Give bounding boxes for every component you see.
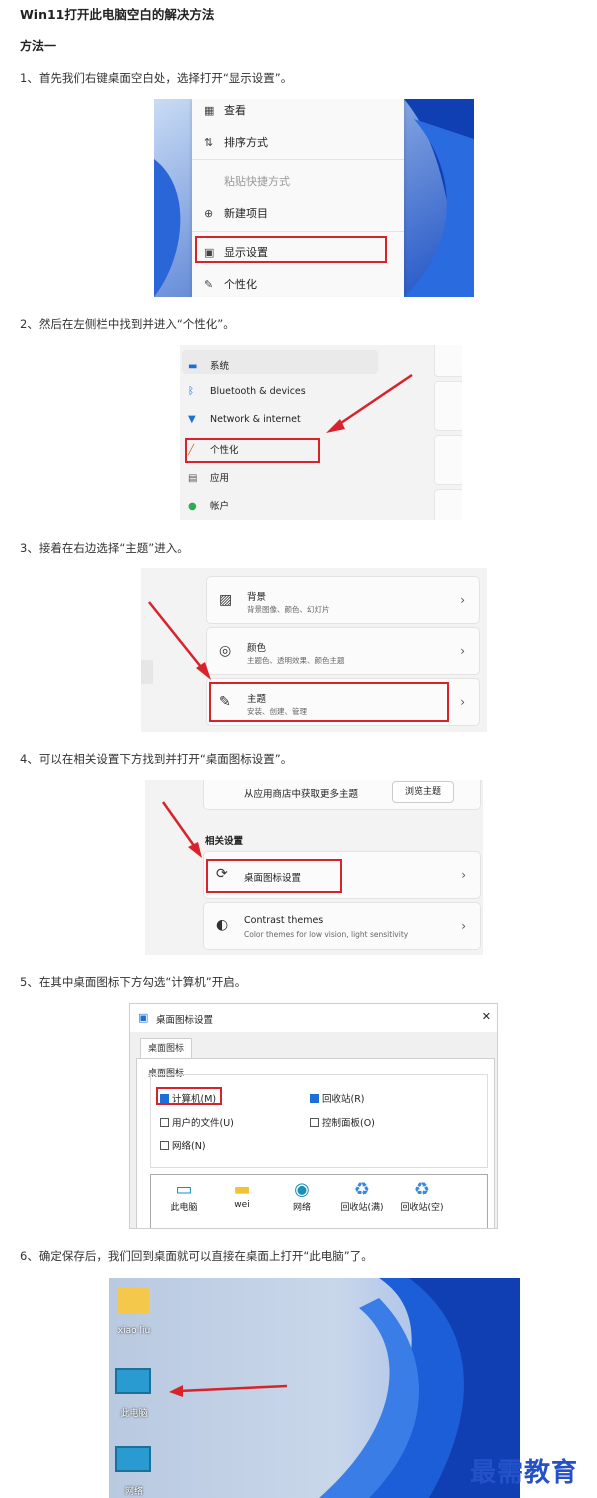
step-2-text: 2、然后在左侧栏中找到并进入“个性化”。 <box>20 317 235 331</box>
red-arrow <box>169 1384 288 1397</box>
view-icon: ▦ <box>204 104 215 117</box>
personalize-icon: ✎ <box>204 278 214 291</box>
monitor-icon: ▭ <box>175 1179 193 1200</box>
dialog-app-icon: ▣ <box>138 1011 149 1024</box>
step-6-text: 6、确定保存后，我们回到桌面就可以直接在桌面上打开“此电脑”了。 <box>20 1249 373 1263</box>
preview-recycle-empty[interactable]: ♻ 回收站(空) <box>394 1179 450 1213</box>
desktop-screenshot: xiao liu 此电脑 网络 <box>109 1278 520 1498</box>
context-menu-screenshot: ▦ 查看 ⇅ 排序方式 粘贴快捷方式 ⊕ 新建项目 ▣ 显示设置 ✎ 个性化 <box>154 99 474 297</box>
dialog-title: 桌面图标设置 <box>156 1015 214 1026</box>
preview-this-pc[interactable]: ▭ 此电脑 <box>156 1179 212 1213</box>
menu-item-new[interactable]: ⊕ 新建项目 <box>204 205 268 221</box>
related-settings-screenshot: 从应用商店中获取更多主题 浏览主题 相关设置 ⟳ 桌面图标设置 › ◐ Cont… <box>145 780 483 955</box>
menu-item-personalize[interactable]: ✎ 个性化 <box>204 276 257 292</box>
new-item-icon: ⊕ <box>204 207 214 220</box>
step-3-text: 3、接着在右边选择“主题”进入。 <box>20 541 189 555</box>
context-menu: ▦ 查看 ⇅ 排序方式 粘贴快捷方式 ⊕ 新建项目 ▣ 显示设置 ✎ 个性化 <box>192 99 404 297</box>
checkbox-unchecked <box>160 1118 169 1127</box>
watermark-logo: 最需教育 <box>470 1458 579 1488</box>
red-arrow <box>161 801 202 858</box>
menu-divider <box>192 159 404 160</box>
checkbox-recycle-bin[interactable]: 回收站(R) <box>310 1091 365 1105</box>
close-icon[interactable]: ✕ <box>482 1010 491 1023</box>
article-title: Win11打开此电脑空白的解决方法 <box>20 7 215 22</box>
highlight-box <box>156 1087 222 1105</box>
checkbox-user-files[interactable]: 用户的文件(U) <box>160 1115 234 1129</box>
folder-icon: ▬ <box>233 1179 251 1200</box>
checkbox-unchecked <box>160 1141 169 1150</box>
checkbox-unchecked <box>310 1118 319 1127</box>
menu-item-sort[interactable]: ⇅ 排序方式 <box>204 134 268 150</box>
menu-divider <box>192 231 404 232</box>
recycle-bin-icon: ♻ <box>413 1179 431 1200</box>
dialog-titlebar: ▣ 桌面图标设置 ✕ <box>130 1004 497 1032</box>
step-5-text: 5、在其中桌面图标下方勾选“计算机”开启。 <box>20 975 247 989</box>
preview-recycle-full[interactable]: ♻ 回收站(满) <box>334 1179 390 1213</box>
sort-icon: ⇅ <box>204 136 214 149</box>
recycle-bin-icon: ♻ <box>353 1179 371 1200</box>
step-4-text: 4、可以在相关设置下方找到并打开“桌面图标设置”。 <box>20 752 293 766</box>
step-1-text: 1、首先我们右键桌面空白处，选择打开“显示设置”。 <box>20 71 293 85</box>
menu-item-view[interactable]: ▦ 查看 <box>204 102 246 118</box>
personalization-screenshot: ▨ 背景 背景图像、颜色、幻灯片 › ◎ 颜色 主题色、透明效果、颜色主题 › … <box>141 568 487 732</box>
checkbox-control-panel[interactable]: 控制面板(O) <box>310 1115 375 1129</box>
menu-item-paste-shortcut: 粘贴快捷方式 <box>224 175 290 188</box>
settings-nav-screenshot: ▬ 系统 ᛒ Bluetooth & devices ▼ Network & inte… <box>180 345 462 520</box>
desktop-icon-dialog-screenshot: ▣ 桌面图标设置 ✕ 桌面图标 桌面图标 计算机(M) 回收站(R) 用户的文件… <box>129 1003 498 1229</box>
tab-desktop-icons[interactable]: 桌面图标 <box>140 1038 192 1059</box>
red-arrow <box>326 373 413 433</box>
network-icon: ◉ <box>294 1179 310 1200</box>
preview-network[interactable]: ◉ 网络 <box>274 1179 330 1213</box>
method-heading: 方法一 <box>20 39 57 53</box>
red-arrow <box>148 601 211 680</box>
checkbox-checked <box>310 1094 319 1103</box>
checkbox-network[interactable]: 网络(N) <box>160 1138 206 1152</box>
preview-user-folder[interactable]: ▬ wei <box>214 1179 270 1210</box>
highlight-box <box>195 236 387 263</box>
